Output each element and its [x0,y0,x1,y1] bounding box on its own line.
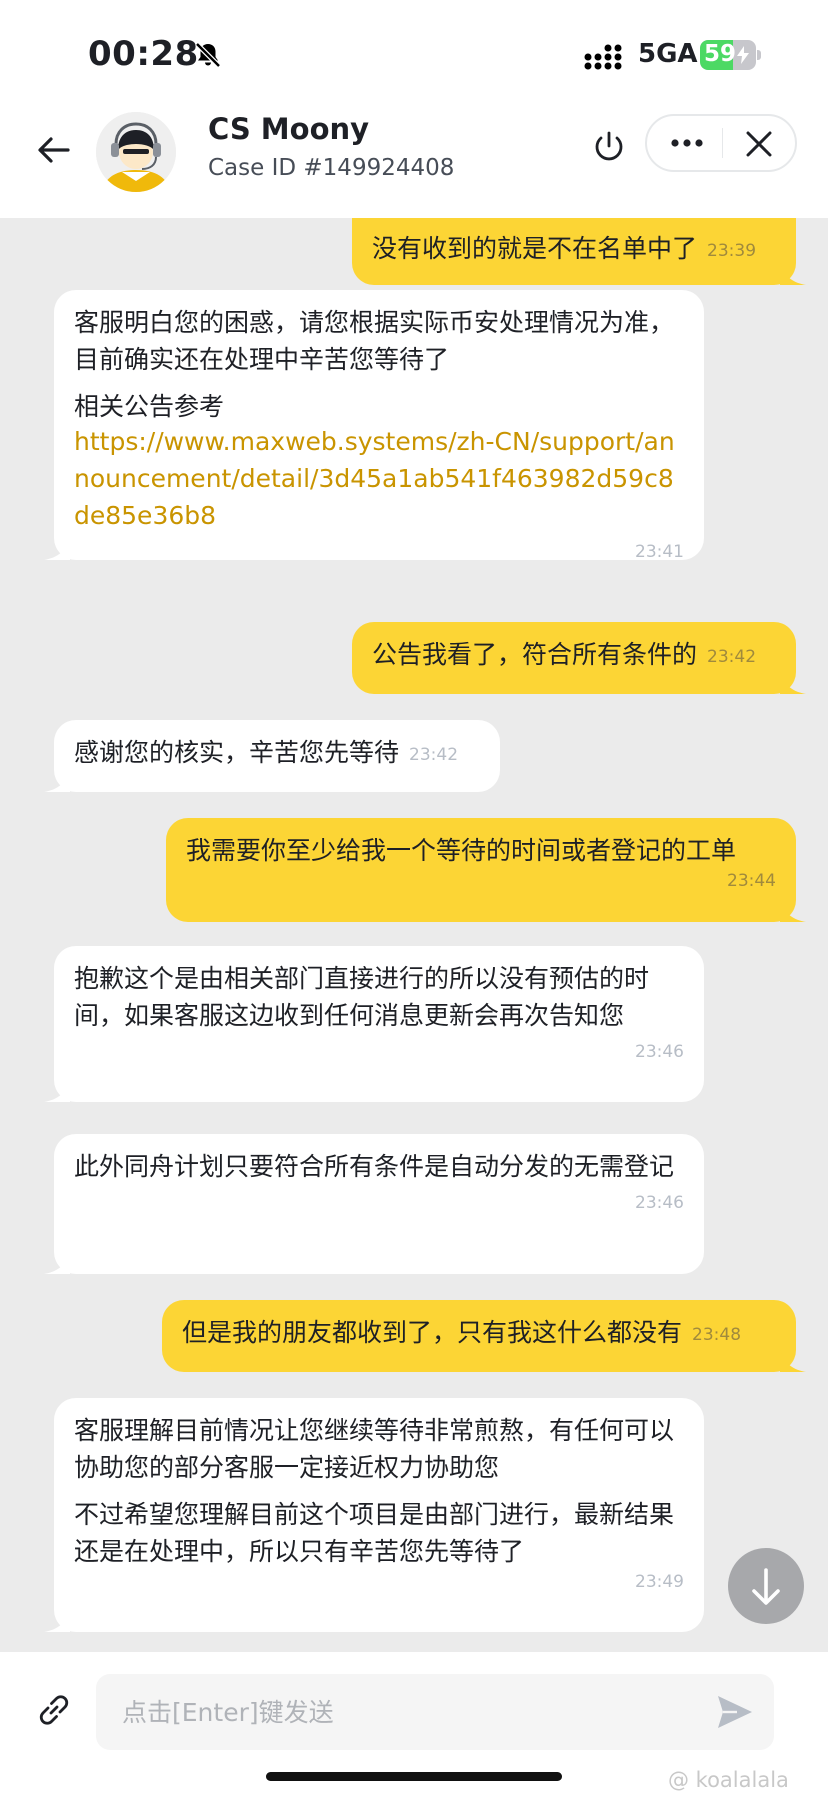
watermark: @ koalalala [668,1768,789,1792]
header-capsule [645,114,797,172]
more-icon[interactable] [659,120,715,166]
message-composer: @ koalalala [0,1652,828,1795]
close-icon[interactable] [739,124,779,164]
message-time: 23:46 [635,1193,684,1213]
power-icon[interactable] [590,128,628,166]
attach-link-icon[interactable] [34,1690,74,1730]
home-indicator [266,1772,562,1781]
network-type: 5GA [638,39,698,69]
chat-bubble-incoming: 客服明白您的困惑，请您根据实际币安处理情况为准，目前确实还在处理中辛苦您等待了 … [44,290,704,562]
status-bar: 00:28 5GA 59 [0,0,828,100]
message-text: 抱歉这个是由相关部门直接进行的所以没有预估的时间，如果客服这边收到任何消息更新会… [74,964,650,1030]
message-text: 不过希望您理解目前这个项目是由部门进行，最新结果还是在处理中，所以只有辛苦您先等… [74,1500,675,1566]
message-text: 此外同舟计划只要符合所有条件是自动分发的无需登记 [74,1152,675,1181]
message-text: 客服理解目前情况让您继续等待非常煎熬，有任何可以协助您的部分客服一定接近权力协助… [74,1416,675,1482]
back-arrow-icon[interactable] [34,130,74,170]
battery-level: 59 [704,41,737,67]
chat-bubble-incoming: 抱歉这个是由相关部门直接进行的所以没有预估的时间，如果客服这边收到任何消息更新会… [44,946,704,1102]
message-text: 没有收到的就是不在名单中了 [372,234,698,263]
support-agent-icon [96,112,176,192]
chat-bubble-incoming: 此外同舟计划只要符合所有条件是自动分发的无需登记 23:46 [44,1134,704,1274]
message-time: 23:48 [692,1325,742,1345]
chat-bubble-incoming: 客服理解目前情况让您继续等待非常煎熬，有任何可以协助您的部分客服一定接近权力协助… [44,1398,704,1632]
message-text: 但是我的朋友都收到了，只有我这什么都没有 [182,1318,683,1347]
message-time: 23:42 [707,647,757,667]
signal-icon [584,44,622,70]
announcement-link[interactable]: https://www.maxweb.systems/zh-CN/support… [74,423,684,534]
chat-bubble-outgoing: 公告我看了，符合所有条件的 23:42 [352,622,806,694]
message-text: 客服明白您的困惑，请您根据实际币安处理情况为准，目前确实还在处理中辛苦您等待了 [74,308,675,374]
chat-bubble-outgoing: 没有收到的就是不在名单中了 23:39 [352,218,806,285]
case-id: Case ID #149924408 [208,155,455,181]
chat-bubble-outgoing: 但是我的朋友都收到了，只有我这什么都没有 23:48 [162,1300,806,1372]
message-text: 感谢您的核实，辛苦您先等待 [74,738,400,767]
message-time: 23:46 [635,1042,684,1062]
arrow-down-icon [752,1568,780,1605]
capsule-divider [722,128,723,158]
chat-messages: 没有收到的就是不在名单中了 23:39 客服明白您的困惑，请您根据实际币安处理情况… [0,218,828,1652]
chat-bubble-incoming: 感谢您的核实，辛苦您先等待 23:42 [44,720,500,792]
scroll-to-bottom-button[interactable] [728,1548,804,1624]
message-time: 23:42 [409,745,459,765]
bell-slash-icon [195,42,221,68]
message-time: 23:44 [727,871,776,891]
message-time: 23:41 [635,542,684,562]
message-time: 23:39 [707,241,757,261]
chat-header: CS Moony Case ID #149924408 [0,100,828,218]
avatar [96,112,176,192]
send-icon[interactable] [716,1694,754,1730]
agent-name: CS Moony [208,112,370,146]
message-text: 我需要你至少给我一个等待的时间或者登记的工单 [186,836,737,865]
message-time: 23:49 [635,1572,684,1592]
message-input[interactable] [96,1674,774,1750]
message-text: 相关公告参考 [74,392,225,421]
message-text: 公告我看了，符合所有条件的 [372,640,698,669]
status-time: 00:28 [88,34,199,74]
battery-charging-icon: 59 [700,40,761,70]
chat-bubble-outgoing: 我需要你至少给我一个等待的时间或者登记的工单 23:44 [166,818,806,922]
